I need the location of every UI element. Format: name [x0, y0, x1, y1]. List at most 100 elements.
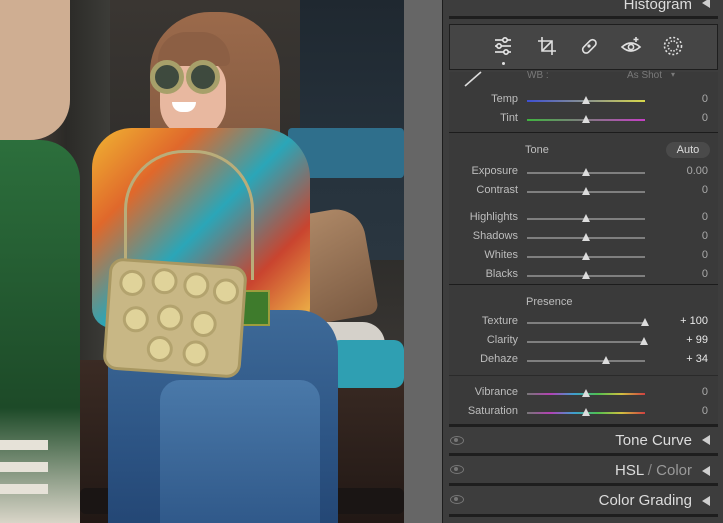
whites-label: Whites — [484, 249, 518, 261]
presence-divider — [449, 375, 718, 376]
tone-group: Tone Auto Exposure 0.00 Contrast 0 Highl… — [449, 132, 718, 282]
dehaze-label: Dehaze — [480, 353, 518, 365]
exposure-thumb[interactable] — [582, 168, 590, 176]
healing-icon[interactable] — [578, 35, 600, 57]
clarity-track[interactable] — [527, 341, 645, 343]
tint-value[interactable]: 0 — [702, 112, 708, 124]
basic-adjustments: WB : As Shot ▾ Temp 0 Tint 0 Tone Auto E… — [449, 70, 718, 426]
shadows-thumb[interactable] — [582, 233, 590, 241]
photo-sleeve-stripe — [0, 440, 48, 450]
vibrance-thumb[interactable] — [582, 389, 590, 397]
whites-slider-row: Whites 0 — [449, 247, 718, 265]
photo-purse-motif — [181, 339, 210, 368]
photo-purse-motif — [189, 310, 218, 338]
collapse-triangle-icon[interactable] — [702, 466, 710, 476]
temp-value[interactable]: 0 — [702, 93, 708, 105]
photo-canvas[interactable] — [0, 0, 404, 523]
panel-separator — [449, 424, 718, 427]
collapse-triangle-icon[interactable] — [702, 0, 710, 8]
wb-eyedropper-icon[interactable] — [463, 70, 483, 88]
highlights-thumb[interactable] — [582, 214, 590, 222]
vibrance-value[interactable]: 0 — [702, 386, 708, 398]
color-grading-header[interactable]: Color Grading — [443, 487, 723, 513]
histogram-header[interactable]: Histogram — [443, 0, 723, 16]
dehaze-thumb[interactable] — [602, 356, 611, 364]
collapse-triangle-icon[interactable] — [702, 496, 710, 506]
saturation-slider-row: Saturation 0 — [449, 403, 718, 421]
shadows-value[interactable]: 0 — [702, 230, 708, 242]
masking-icon[interactable] — [662, 35, 684, 57]
tint-slider-row: Tint 0 — [449, 110, 718, 128]
blacks-value[interactable]: 0 — [702, 268, 708, 280]
tone-curve-header[interactable]: Tone Curve — [443, 428, 723, 452]
exposure-value[interactable]: 0.00 — [687, 165, 708, 177]
wb-preset-value[interactable]: As Shot — [627, 70, 662, 81]
chevron-down-icon[interactable]: ▾ — [671, 70, 675, 79]
temp-slider-row: Temp 0 — [449, 91, 718, 109]
highlights-slider-row: Highlights 0 — [449, 209, 718, 227]
histogram-title: Histogram — [623, 0, 692, 13]
photo-blue-cloth — [330, 340, 404, 388]
photo-sunglasses-lens — [186, 60, 220, 94]
panel-separator — [449, 483, 718, 486]
photo-purse-motif — [212, 277, 240, 306]
tint-label: Tint — [500, 112, 518, 124]
photo-purse-motif — [150, 267, 179, 296]
contrast-value[interactable]: 0 — [702, 184, 708, 196]
temp-label: Temp — [491, 93, 518, 105]
photo-purse-motif — [118, 269, 147, 297]
contrast-label: Contrast — [476, 184, 518, 196]
texture-value[interactable]: + 100 — [680, 315, 708, 327]
hsl-color-header[interactable]: HSL / Color — [443, 457, 723, 482]
saturation-thumb[interactable] — [582, 408, 590, 416]
highlights-label: Highlights — [469, 211, 518, 223]
whites-value[interactable]: 0 — [702, 249, 708, 261]
texture-thumb[interactable] — [641, 318, 649, 326]
contrast-thumb[interactable] — [582, 187, 590, 195]
dehaze-track[interactable] — [527, 360, 645, 362]
red-eye-icon[interactable] — [620, 35, 642, 57]
tone-title: Tone — [525, 144, 549, 156]
saturation-value[interactable]: 0 — [702, 405, 708, 417]
shadows-slider-row: Shadows 0 — [449, 228, 718, 246]
clarity-value[interactable]: + 99 — [686, 334, 708, 346]
panel-separator — [449, 514, 718, 517]
texture-label: Texture — [481, 315, 518, 327]
vibrance-slider-row: Vibrance 0 — [449, 384, 718, 402]
texture-track[interactable] — [527, 322, 645, 324]
canvas-gutter — [404, 0, 442, 523]
hsl-tab[interactable]: HSL — [615, 462, 644, 479]
presence-group: Presence Texture + 100 Clarity + 99 Deha… — [449, 284, 718, 426]
vibrance-label: Vibrance — [474, 386, 518, 398]
exposure-label: Exposure — [471, 165, 518, 177]
active-tool-indicator — [502, 62, 505, 65]
auto-button[interactable]: Auto — [666, 142, 710, 158]
highlights-value[interactable]: 0 — [702, 211, 708, 223]
wb-label: WB : — [527, 70, 549, 81]
collapse-triangle-icon[interactable] — [702, 435, 710, 445]
edit-sliders-icon[interactable] — [492, 35, 514, 57]
photo-sleeve-stripe — [0, 462, 48, 472]
color-tab[interactable]: Color — [656, 462, 692, 479]
whites-thumb[interactable] — [582, 252, 590, 260]
panel-separator — [449, 16, 718, 19]
saturation-label: Saturation — [467, 405, 518, 417]
develop-right-panel: Histogram WB: As Shot ▾ Temp 0 Tint 0 T… — [442, 0, 723, 523]
blacks-thumb[interactable] — [582, 271, 590, 279]
temp-thumb[interactable] — [582, 96, 590, 104]
clarity-label: Clarity — [486, 334, 518, 346]
photo-purse-motif — [145, 335, 174, 363]
photo-purse-motif — [156, 303, 184, 332]
shadows-label: Shadows — [472, 230, 518, 242]
eye-icon[interactable] — [450, 495, 464, 504]
panel-separator — [449, 453, 718, 456]
eye-icon[interactable] — [450, 436, 464, 445]
hsl-color-title: HSL / Color — [615, 462, 692, 479]
tint-thumb[interactable] — [582, 115, 590, 123]
white-balance-row: WB : As Shot ▾ — [449, 70, 718, 86]
clarity-thumb[interactable] — [640, 337, 649, 345]
photo-sunglasses-lens — [150, 60, 184, 94]
crop-icon[interactable] — [536, 35, 558, 57]
dehaze-value[interactable]: + 34 — [686, 353, 708, 365]
eye-icon[interactable] — [450, 465, 464, 474]
